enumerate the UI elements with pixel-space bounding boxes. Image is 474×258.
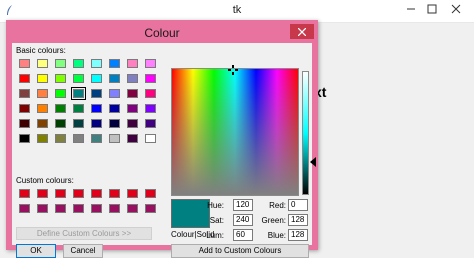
red-field[interactable]: 0 (288, 199, 308, 211)
basic-colour-swatch[interactable] (127, 89, 138, 98)
basic-colour-swatch[interactable] (127, 119, 138, 128)
custom-colour-swatch[interactable] (145, 204, 156, 213)
hue-field[interactable]: 120 (233, 199, 253, 211)
basic-colour-swatch[interactable] (145, 74, 156, 83)
basic-colour-swatch[interactable] (19, 74, 30, 83)
luminosity-arrow-icon[interactable] (310, 157, 316, 167)
blue-label: Blue: (267, 231, 286, 240)
dialog-title: Colour (144, 26, 180, 40)
lum-label: Lum: (206, 231, 224, 240)
basic-colour-swatch[interactable] (73, 74, 84, 83)
basic-colour-swatch[interactable] (73, 119, 84, 128)
basic-colour-swatch[interactable] (55, 89, 66, 98)
basic-colour-swatch[interactable] (73, 59, 84, 68)
basic-colours-label: Basic colours: (16, 46, 66, 55)
basic-colour-swatch[interactable] (37, 59, 48, 68)
basic-colour-swatch[interactable] (145, 89, 156, 98)
basic-colour-swatch[interactable] (91, 104, 102, 113)
basic-colour-swatch[interactable] (127, 134, 138, 143)
basic-colour-swatch[interactable] (127, 74, 138, 83)
basic-colour-swatch[interactable] (19, 89, 30, 98)
lum-field[interactable]: 60 (233, 229, 253, 241)
main-window-title: tk (232, 4, 242, 16)
custom-colours-label: Custom colours: (16, 176, 74, 185)
maximize-icon[interactable] (425, 2, 439, 16)
basic-colour-swatch[interactable] (37, 134, 48, 143)
basic-colour-swatch[interactable] (55, 104, 66, 113)
custom-colour-swatch[interactable] (145, 189, 156, 198)
minimize-icon[interactable] (404, 2, 418, 16)
colour-spectrum[interactable] (171, 65, 299, 196)
close-icon[interactable] (449, 2, 463, 16)
custom-colour-swatch[interactable] (19, 189, 30, 198)
basic-colour-swatch[interactable] (91, 74, 102, 83)
luminosity-bar[interactable] (302, 71, 309, 195)
basic-colour-swatch[interactable] (55, 119, 66, 128)
colour-dialog: Colour Basic colours: Custom colours: De… (6, 20, 318, 258)
basic-colour-swatch[interactable] (127, 104, 138, 113)
dialog-close-button[interactable] (290, 24, 314, 39)
basic-colour-swatch[interactable] (55, 59, 66, 68)
basic-colour-swatch[interactable] (19, 134, 30, 143)
basic-colour-swatch[interactable] (145, 104, 156, 113)
basic-colour-swatch[interactable] (55, 134, 66, 143)
basic-colour-swatch[interactable] (145, 59, 156, 68)
ok-button[interactable]: OK (16, 244, 56, 258)
cancel-button[interactable]: Cancel (63, 244, 103, 258)
custom-colour-swatch[interactable] (127, 204, 138, 213)
add-to-custom-colours-button[interactable]: Add to Custom Colours (171, 244, 309, 258)
custom-colour-swatch[interactable] (91, 204, 102, 213)
basic-colour-swatch[interactable] (91, 134, 102, 143)
basic-colour-swatch[interactable] (55, 74, 66, 83)
basic-colour-swatch[interactable] (73, 134, 84, 143)
basic-colour-swatch[interactable] (109, 104, 120, 113)
custom-colour-swatch[interactable] (37, 189, 48, 198)
basic-colour-swatch[interactable] (37, 119, 48, 128)
custom-colour-swatch[interactable] (37, 204, 48, 213)
basic-colour-swatch[interactable] (19, 59, 30, 68)
hue-label: Hue: (207, 201, 224, 210)
define-custom-colours-button[interactable]: Define Custom Colours >> (16, 227, 152, 240)
basic-colour-swatch[interactable] (91, 59, 102, 68)
basic-colour-swatch[interactable] (145, 119, 156, 128)
basic-colour-swatch[interactable] (73, 104, 84, 113)
basic-colour-swatch[interactable] (127, 59, 138, 68)
custom-colour-swatch[interactable] (109, 189, 120, 198)
custom-colour-swatch[interactable] (91, 189, 102, 198)
basic-colour-swatch[interactable] (91, 119, 102, 128)
custom-colour-swatch[interactable] (109, 204, 120, 213)
basic-colour-swatch[interactable] (37, 104, 48, 113)
basic-colour-swatch[interactable] (19, 104, 30, 113)
green-label: Green: (261, 216, 286, 225)
custom-colour-swatch[interactable] (55, 204, 66, 213)
basic-colour-swatch[interactable] (109, 59, 120, 68)
custom-colour-swatch[interactable] (55, 189, 66, 198)
basic-colour-swatch[interactable] (109, 134, 120, 143)
basic-colour-swatch[interactable] (71, 87, 86, 100)
close-icon (298, 28, 306, 36)
custom-colour-swatch[interactable] (19, 204, 30, 213)
custom-colour-swatch[interactable] (73, 189, 84, 198)
dialog-client-area: Basic colours: Custom colours: Define Cu… (12, 43, 316, 258)
basic-colour-swatch[interactable] (19, 119, 30, 128)
red-label: Red: (269, 201, 286, 210)
basic-colour-swatch[interactable] (109, 89, 120, 98)
basic-colour-swatch[interactable] (145, 134, 156, 143)
sat-label: Sat: (209, 216, 224, 225)
crosshair-icon (228, 65, 238, 75)
blue-field[interactable]: 128 (288, 229, 308, 241)
basic-colour-swatch[interactable] (109, 74, 120, 83)
custom-colour-swatch[interactable] (73, 204, 84, 213)
green-field[interactable]: 128 (288, 214, 308, 226)
basic-colour-swatch[interactable] (37, 89, 48, 98)
custom-colour-swatch[interactable] (127, 189, 138, 198)
sat-field[interactable]: 240 (233, 214, 253, 226)
basic-colour-swatch[interactable] (109, 119, 120, 128)
basic-colour-swatch[interactable] (91, 89, 102, 98)
basic-colour-swatch[interactable] (37, 74, 48, 83)
